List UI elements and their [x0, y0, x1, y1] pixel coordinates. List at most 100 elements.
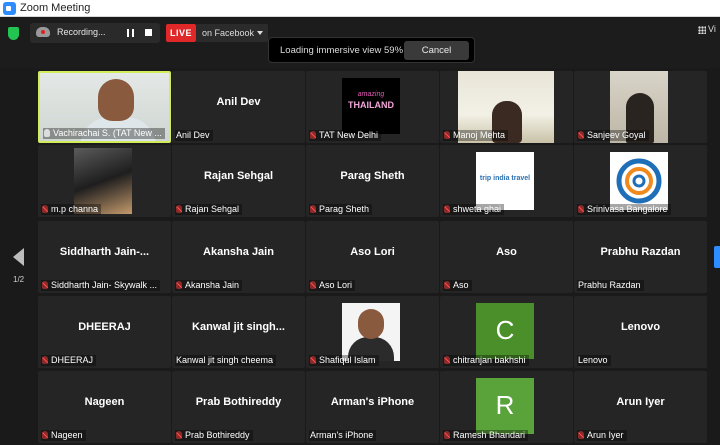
- participant-tile[interactable]: amazing THAILAND TAT New Delhi: [306, 71, 439, 143]
- participant-tile[interactable]: Siddharth Jain-... Siddharth Jain- Skywal…: [38, 221, 171, 293]
- title-bar: Zoom Meeting: [0, 0, 720, 17]
- muted-mic-icon: [42, 431, 48, 439]
- muted-mic-icon: [310, 131, 316, 139]
- participant-name: Arun Iyer: [587, 430, 624, 440]
- participant-tile[interactable]: DHEERAJ DHEERAJ: [38, 296, 171, 368]
- participant-name-label: Shafiqul Islam: [309, 355, 379, 366]
- participant-display-name: Siddharth Jain-...: [59, 246, 150, 258]
- zoom-app-icon: [3, 2, 16, 15]
- participant-name-label: Manoj Mehta: [443, 130, 509, 141]
- participant-tile[interactable]: Arun Iyer Arun Iyer: [574, 371, 707, 443]
- grid-view-icon: [698, 25, 706, 34]
- participant-name: chitranjan bakhshi: [453, 355, 526, 365]
- participant-name: Manoj Mehta: [453, 130, 506, 140]
- live-badge: LIVE: [166, 24, 196, 42]
- participant-tile[interactable]: Manoj Mehta: [440, 71, 573, 143]
- muted-mic-icon: [42, 205, 48, 213]
- participant-tile[interactable]: Aso Lori Aso Lori: [306, 221, 439, 293]
- participant-tile[interactable]: Srinivasa Bangalore: [574, 145, 707, 217]
- participant-name-label: chitranjan bakhshi: [443, 355, 529, 366]
- participant-name: m.p channa: [51, 204, 99, 214]
- letter-avatar: R: [476, 378, 534, 434]
- participant-name-label: Kanwal jit singh cheema: [175, 355, 277, 366]
- participant-name: DHEERAJ: [51, 355, 94, 365]
- participant-figure: [98, 79, 134, 121]
- participant-name-label: Ramesh Bhandari: [443, 430, 529, 441]
- participant-tile[interactable]: Nageen Nageen: [38, 371, 171, 443]
- participant-name-label: Vachirachai S. (TAT New ...: [43, 128, 165, 139]
- stop-recording-button[interactable]: [145, 29, 152, 36]
- muted-mic-icon: [444, 131, 450, 139]
- participant-display-name: Lenovo: [620, 321, 661, 333]
- participant-tile[interactable]: Arman's iPhone Arman's iPhone: [306, 371, 439, 443]
- participant-tile[interactable]: Anil Dev Anil Dev: [172, 71, 305, 143]
- participant-display-name: Akansha Jain: [203, 246, 274, 258]
- participant-name-label: Akansha Jain: [175, 280, 243, 291]
- meeting-top-bar: Recording... LIVE on Facebook Loading im…: [0, 18, 720, 68]
- participant-name-label: Parag Sheth: [309, 204, 373, 215]
- cancel-button[interactable]: Cancel: [404, 41, 469, 60]
- participant-tile[interactable]: Prab Bothireddy Prab Bothireddy: [172, 371, 305, 443]
- pin-icon: [44, 129, 50, 137]
- cloud-recording-icon: [36, 27, 50, 37]
- window-title: Zoom Meeting: [20, 2, 91, 14]
- participant-tile[interactable]: Kanwal jit singh... Kanwal jit singh chee…: [172, 296, 305, 368]
- participant-name-label: Prab Bothireddy: [175, 430, 253, 441]
- participant-name-label: Aso Lori: [309, 280, 356, 291]
- participant-display-name: Anil Dev: [216, 96, 261, 108]
- participant-name: Arman's iPhone: [310, 430, 374, 440]
- participant-tile[interactable]: Shafiqul Islam: [306, 296, 439, 368]
- participant-tile[interactable]: Lenovo Lenovo: [574, 296, 707, 368]
- muted-mic-icon: [310, 356, 316, 364]
- view-label: Vi: [708, 24, 716, 34]
- participant-name-label: Nageen: [41, 430, 86, 441]
- participant-name: Prabhu Razdan: [578, 280, 641, 290]
- recording-label: Recording...: [57, 27, 106, 37]
- previous-page-arrow-icon[interactable]: [13, 248, 24, 266]
- participant-tile[interactable]: Vachirachai S. (TAT New ...: [38, 71, 171, 143]
- amazing-thailand-logo: amazing THAILAND: [342, 78, 400, 134]
- participant-tile[interactable]: Cchitranjan bakhshi: [440, 296, 573, 368]
- participant-name: Lenovo: [578, 355, 608, 365]
- participant-tile[interactable]: Aso Aso: [440, 221, 573, 293]
- participant-name-label: Anil Dev: [175, 130, 213, 141]
- participant-name: Parag Sheth: [319, 204, 370, 214]
- next-page-button[interactable]: [714, 246, 720, 268]
- participant-tile[interactable]: Parag Sheth Parag Sheth: [306, 145, 439, 217]
- participant-display-name: Prab Bothireddy: [195, 396, 282, 408]
- participant-tile[interactable]: Akansha Jain Akansha Jain: [172, 221, 305, 293]
- participant-name-label: Arman's iPhone: [309, 430, 377, 441]
- participant-tile[interactable]: Sanjeev Goyal: [574, 71, 707, 143]
- live-destination-dropdown[interactable]: on Facebook: [196, 24, 268, 42]
- muted-mic-icon: [310, 205, 316, 213]
- participant-name: Siddharth Jain- Skywalk ...: [51, 280, 158, 290]
- muted-mic-icon: [578, 205, 584, 213]
- participant-display-name: Nageen: [84, 396, 125, 408]
- participant-tile[interactable]: m.p channa: [38, 145, 171, 217]
- participant-name: Nageen: [51, 430, 83, 440]
- participant-name: Kanwal jit singh cheema: [176, 355, 274, 365]
- participant-tile[interactable]: R Ramesh Bhandari: [440, 371, 573, 443]
- profile-photo: [342, 303, 400, 361]
- security-shield-icon[interactable]: [8, 27, 19, 40]
- participant-name: Aso Lori: [319, 280, 353, 290]
- participant-display-name: DHEERAJ: [78, 321, 131, 333]
- participant-name: Sanjeev Goyal: [587, 130, 646, 140]
- loading-text: Loading immersive view 59%: [280, 45, 404, 56]
- participant-name: shweta ghai: [453, 204, 502, 214]
- logo-text: THAILAND: [348, 100, 394, 110]
- muted-mic-icon: [42, 281, 48, 289]
- participant-display-name: Rajan Sehgal: [203, 170, 274, 182]
- participant-name: Vachirachai S. (TAT New ...: [53, 128, 162, 138]
- logo-ring: [632, 174, 646, 188]
- participant-tile[interactable]: trip india travel shweta ghai: [440, 145, 573, 217]
- participant-name: Srinivasa Bangalore: [587, 204, 668, 214]
- view-button[interactable]: Vi: [698, 24, 716, 34]
- participant-name-label: Srinivasa Bangalore: [577, 204, 671, 215]
- pause-recording-button[interactable]: [127, 29, 134, 37]
- participant-name: Akansha Jain: [185, 280, 240, 290]
- participant-tile[interactable]: Rajan Sehgal Rajan Sehgal: [172, 145, 305, 217]
- participant-tile[interactable]: Prabhu Razdan Prabhu Razdan: [574, 221, 707, 293]
- trip-india-travel-logo: trip india travel: [476, 152, 534, 210]
- participant-name: TAT New Delhi: [319, 130, 379, 140]
